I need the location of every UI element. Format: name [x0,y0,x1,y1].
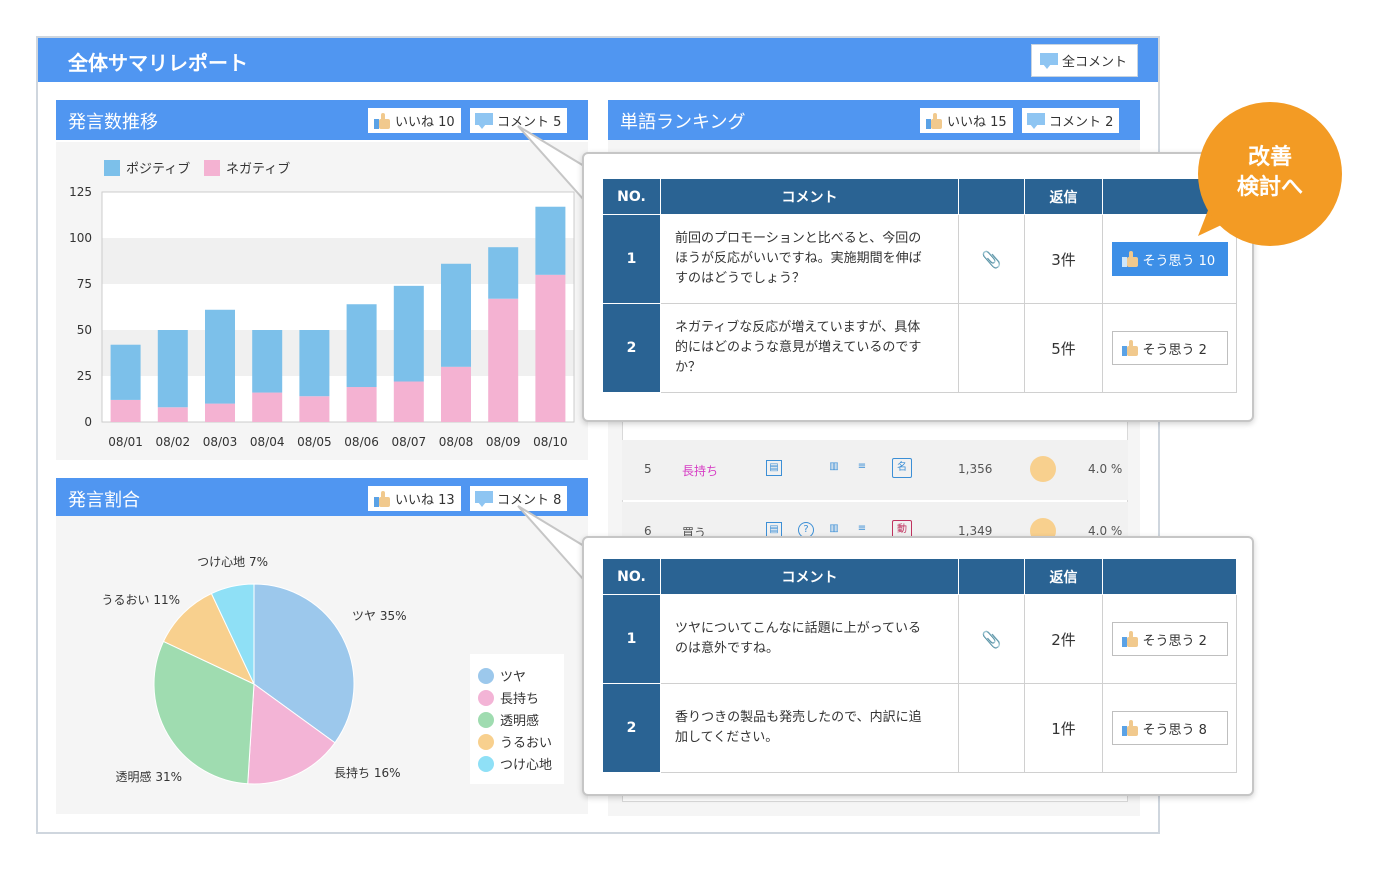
improvement-callout: 改善 検討へ [1198,102,1342,246]
callout-line: 検討へ [1236,175,1303,200]
callout-tail [1198,200,1232,236]
callout-line: 改善 [1247,145,1292,170]
